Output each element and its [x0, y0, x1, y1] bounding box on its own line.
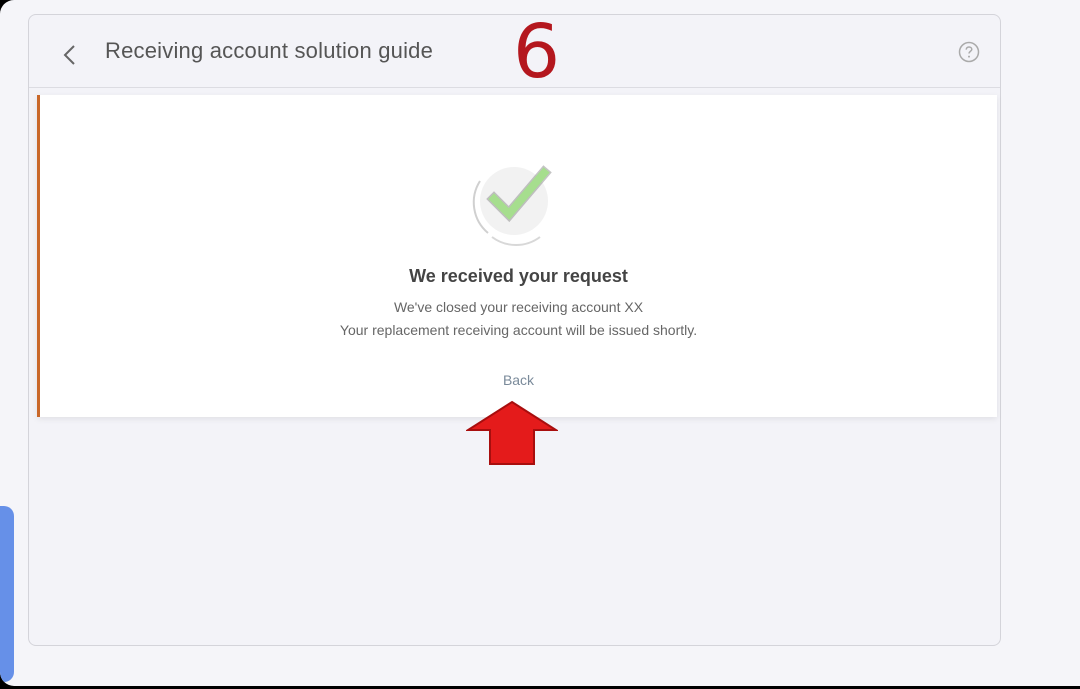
chevron-left-icon[interactable] [59, 43, 83, 67]
step-annotation-number: 6 [513, 9, 561, 95]
confirmation-line-2: Your replacement receiving account will … [339, 322, 698, 338]
page-title: Receiving account solution guide [105, 38, 434, 63]
confirmation-line-1: We've closed your receiving account XX [393, 299, 644, 315]
panel-header: Receiving account solution guide 6 [29, 9, 1000, 95]
check-icon [472, 165, 552, 246]
arrow-up-icon [466, 400, 558, 465]
confirmation-card: We received your request We've closed yo… [37, 95, 997, 417]
guide-panel: Receiving account solution guide 6 We re… [28, 14, 1001, 646]
question-circle-icon[interactable] [958, 41, 980, 63]
screen: Receiving account solution guide 6 We re… [0, 0, 1080, 686]
side-tab[interactable] [0, 506, 14, 682]
back-link[interactable]: Back [40, 372, 997, 388]
confirmation-heading: We received your request [409, 266, 628, 286]
